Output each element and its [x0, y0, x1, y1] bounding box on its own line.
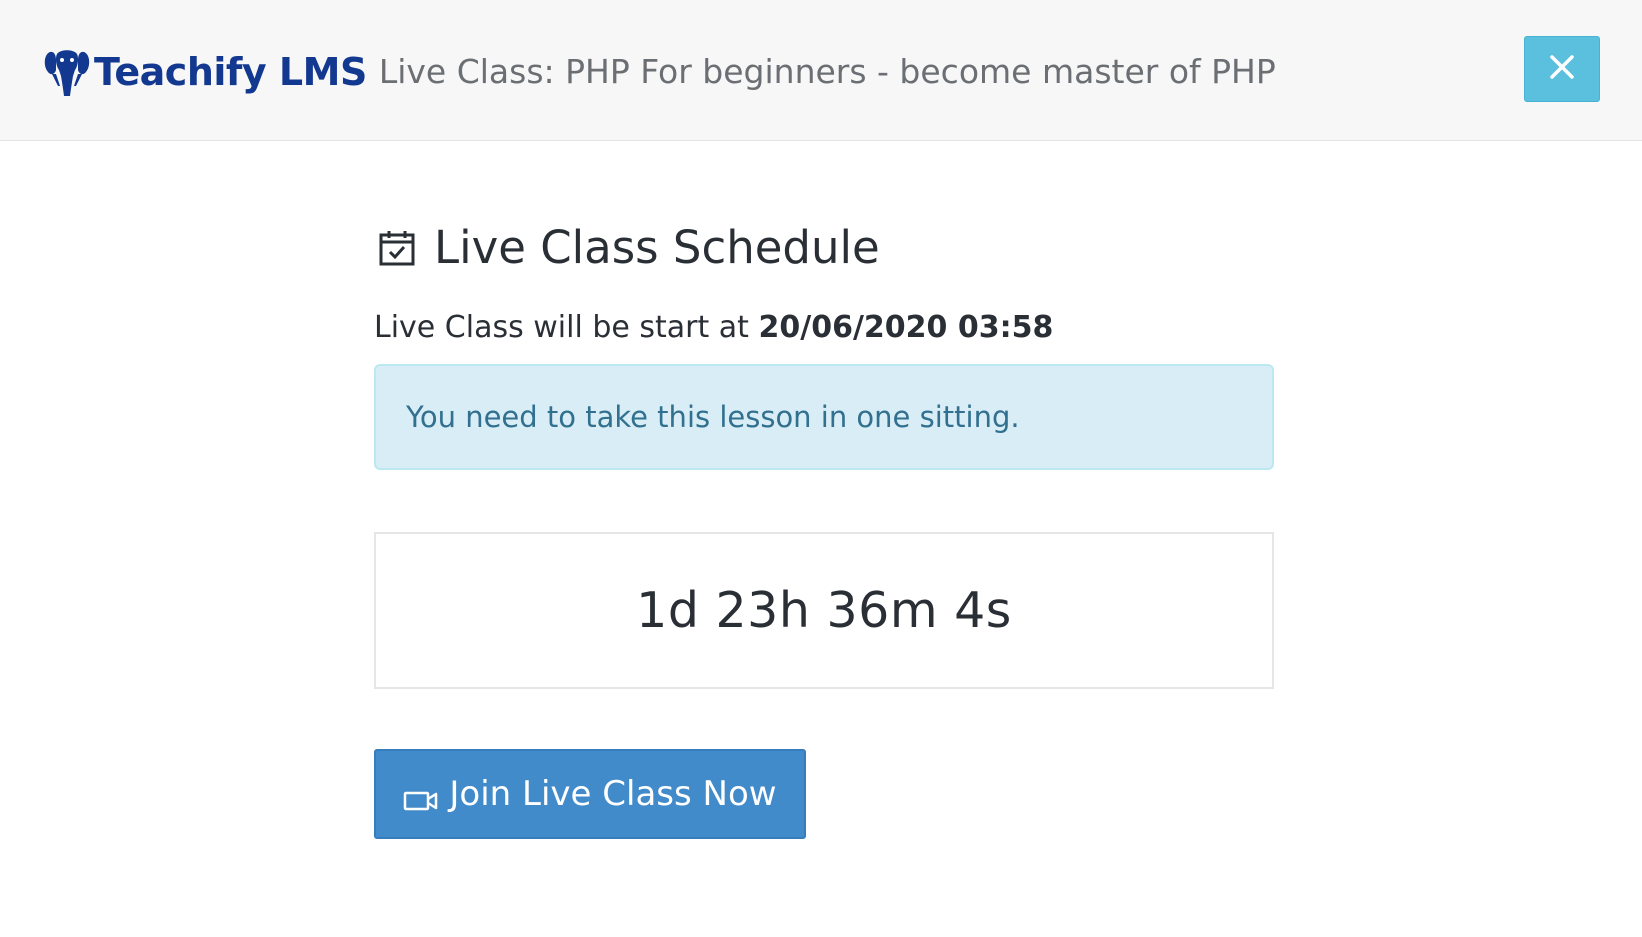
brand-name: Teachify LMS [94, 50, 367, 94]
schedule-heading: Live Class Schedule [374, 200, 1274, 296]
info-alert: You need to take this lesson in one sitt… [374, 364, 1274, 470]
join-live-class-label: Join Live Class Now [449, 774, 777, 814]
join-live-class-button[interactable]: Join Live Class Now [374, 749, 806, 839]
start-time-prefix: Live Class will be start at [374, 310, 749, 345]
close-button[interactable] [1524, 36, 1600, 102]
lesson-title: Live Class: PHP For beginners - become m… [378, 52, 1276, 91]
schedule-title: Live Class Schedule [434, 221, 880, 274]
elephant-logo-icon [42, 46, 92, 98]
video-camera-icon [403, 782, 439, 811]
countdown-text: 1d 23h 36m 4s [636, 582, 1012, 639]
close-icon [1547, 52, 1577, 86]
info-alert-message: You need to take this lesson in one sitt… [406, 400, 1020, 434]
start-time-value: 20/06/2020 03:58 [758, 310, 1054, 345]
top-bar: Teachify LMS Live Class: PHP For beginne… [0, 0, 1642, 141]
start-time-line: Live Class will be start at 20/06/2020 0… [374, 306, 1274, 350]
calendar-check-icon [378, 229, 416, 267]
live-class-panel: Live Class Schedule Live Class will be s… [374, 200, 1274, 839]
brand: Teachify LMS Live Class: PHP For beginne… [42, 46, 1276, 98]
countdown-timer: 1d 23h 36m 4s [374, 532, 1274, 689]
